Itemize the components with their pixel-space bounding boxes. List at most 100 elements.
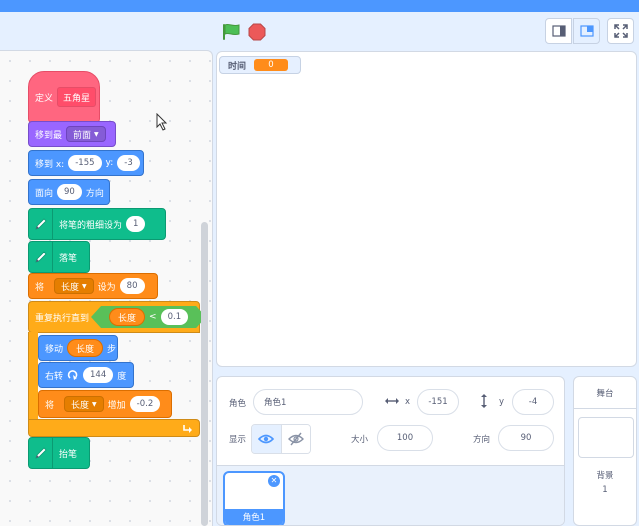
variable-name: 长度 bbox=[61, 282, 80, 293]
code-scrollbar[interactable] bbox=[201, 222, 208, 526]
set-variable-label: 将 bbox=[35, 282, 45, 293]
repeat-until-arm bbox=[28, 332, 38, 420]
show-label: 显示 bbox=[229, 435, 247, 445]
change-variable-block[interactable]: 将 长度 ▼ 增加 -0.2 bbox=[38, 390, 172, 418]
go-to-front-block[interactable]: 移到最 前面 ▼ bbox=[28, 121, 116, 147]
move-steps-block[interactable]: 移动 长度 步 bbox=[38, 335, 118, 361]
change-variable-dropdown[interactable]: 长度 ▼ bbox=[64, 396, 104, 412]
fullscreen-button[interactable] bbox=[607, 18, 634, 44]
stage-canvas[interactable] bbox=[216, 51, 637, 367]
backdrop-label: 背景 bbox=[596, 471, 614, 481]
close-icon: ✕ bbox=[270, 476, 278, 485]
pen-icon bbox=[29, 438, 53, 468]
x-input[interactable]: -155 bbox=[68, 155, 102, 171]
point-direction-suffix: 方向 bbox=[85, 188, 104, 199]
point-direction-label: 面向 bbox=[35, 188, 54, 199]
direction-input[interactable]: 90 bbox=[498, 425, 554, 451]
y-position-icon bbox=[481, 394, 487, 408]
define-block[interactable]: 定义 五角星 bbox=[28, 71, 100, 123]
less-than-operator[interactable]: 长度 < 0.1 bbox=[91, 306, 206, 328]
change-variable-value-input[interactable]: -0.2 bbox=[129, 396, 161, 412]
turn-right-suffix: 度 bbox=[117, 371, 127, 382]
loop-arrow-icon bbox=[183, 424, 192, 433]
normal-stage-icon bbox=[579, 25, 594, 37]
go-to-x-label: 移到 x: bbox=[35, 159, 65, 170]
set-variable-to-label: 设为 bbox=[97, 282, 116, 293]
y-label: y bbox=[499, 397, 505, 407]
front-back-value: 前面 bbox=[73, 130, 92, 141]
define-name: 五角星 bbox=[57, 87, 97, 107]
set-pen-size-label: 将笔的粗细设为 bbox=[59, 220, 123, 231]
sprite-name-label: 角色 bbox=[229, 399, 247, 409]
sprite-tile[interactable]: ✕ 角色1 bbox=[223, 471, 285, 525]
repeat-until-label: 重复执行直到 bbox=[35, 313, 90, 324]
go-to-front-label: 移到最 bbox=[35, 130, 63, 141]
eye-icon bbox=[258, 434, 275, 444]
condition-value-input[interactable]: 0.1 bbox=[161, 309, 189, 325]
pen-icon bbox=[29, 209, 53, 239]
mouse-cursor-icon bbox=[156, 113, 168, 131]
stage-target-panel[interactable]: 舞台 背景 1 bbox=[573, 376, 637, 526]
size-label: 大小 bbox=[351, 435, 369, 445]
turn-right-label: 右转 bbox=[45, 371, 64, 382]
dropdown-arrow-icon: ▼ bbox=[82, 282, 87, 290]
sprite-tile-label: 角色1 bbox=[225, 509, 283, 525]
dropdown-arrow-icon: ▼ bbox=[94, 130, 99, 138]
move-label: 移动 bbox=[45, 344, 64, 355]
direction-label: 方向 bbox=[473, 435, 491, 445]
normal-stage-button[interactable] bbox=[573, 18, 600, 44]
menu-bar bbox=[0, 0, 639, 12]
less-than-symbol: < bbox=[149, 312, 157, 322]
direction-input[interactable]: 90 bbox=[57, 184, 82, 200]
pen-down-block[interactable]: 落笔 bbox=[28, 241, 90, 273]
change-variable-label: 将 bbox=[45, 400, 55, 411]
show-sprite-button[interactable] bbox=[252, 425, 282, 453]
rotate-clockwise-icon bbox=[67, 370, 78, 380]
repeat-until-header: 重复执行直到 长度 < 0.1 bbox=[28, 301, 200, 333]
y-input[interactable]: -3 bbox=[117, 155, 140, 171]
backdrop-thumbnail[interactable] bbox=[578, 417, 634, 458]
sprite-name-input[interactable]: 角色1 bbox=[253, 389, 363, 415]
hide-sprite-button[interactable] bbox=[281, 425, 310, 453]
backdrop-count: 1 bbox=[602, 485, 608, 495]
green-flag-icon[interactable] bbox=[221, 23, 241, 41]
set-variable-block[interactable]: 将 长度 ▼ 设为 80 bbox=[28, 273, 158, 299]
pen-down-label: 落笔 bbox=[59, 253, 78, 264]
dropdown-arrow-icon: ▼ bbox=[92, 400, 97, 408]
pen-up-block[interactable]: 抬笔 bbox=[28, 437, 90, 469]
stop-icon[interactable] bbox=[248, 23, 266, 41]
turn-right-block[interactable]: 右转 144 度 bbox=[38, 362, 134, 388]
visibility-toggle bbox=[251, 424, 311, 454]
point-direction-block[interactable]: 面向 90 方向 bbox=[28, 179, 110, 205]
go-to-y-label: y: bbox=[105, 158, 114, 168]
x-label: x bbox=[405, 397, 411, 407]
set-variable-value-input[interactable]: 80 bbox=[119, 278, 145, 294]
define-label: 定义 bbox=[35, 93, 54, 104]
go-to-xy-block[interactable]: 移到 x: -155 y: -3 bbox=[28, 150, 144, 176]
change-variable-name: 长度 bbox=[71, 400, 90, 411]
sprite-info-panel: 角色 角色1 x -151 y -4 显示 大小 100 方向 90 ✕ 角色1 bbox=[216, 376, 565, 526]
y-position-input[interactable]: -4 bbox=[512, 389, 554, 415]
set-pen-size-block[interactable]: 将笔的粗细设为 1 bbox=[28, 208, 166, 240]
variable-monitor[interactable]: 时间 0 bbox=[219, 56, 301, 74]
move-suffix: 步 bbox=[107, 344, 117, 355]
repeat-until-footer bbox=[28, 419, 200, 437]
small-stage-button[interactable] bbox=[545, 18, 572, 44]
turn-degrees-input[interactable]: 144 bbox=[83, 367, 114, 383]
move-variable[interactable]: 长度 bbox=[67, 339, 104, 357]
eye-off-icon bbox=[287, 432, 304, 446]
pen-icon bbox=[29, 242, 53, 272]
small-stage-icon bbox=[551, 25, 566, 37]
change-variable-by-label: 增加 bbox=[107, 400, 126, 411]
condition-variable[interactable]: 长度 bbox=[109, 308, 145, 326]
variable-monitor-value: 0 bbox=[254, 59, 289, 71]
stage-panel-title: 舞台 bbox=[574, 377, 636, 409]
x-position-input[interactable]: -151 bbox=[417, 389, 459, 415]
code-area[interactable]: 定义 五角星 移到最 前面 ▼ 移到 x: -155 y: -3 面向 90 方… bbox=[0, 50, 213, 526]
front-back-dropdown[interactable]: 前面 ▼ bbox=[66, 126, 106, 142]
variable-monitor-label: 时间 bbox=[228, 61, 247, 72]
sprite-delete-button[interactable]: ✕ bbox=[268, 475, 280, 487]
size-input[interactable]: 100 bbox=[377, 425, 433, 451]
pen-size-input[interactable]: 1 bbox=[126, 216, 146, 232]
variable-dropdown[interactable]: 长度 ▼ bbox=[54, 278, 94, 294]
